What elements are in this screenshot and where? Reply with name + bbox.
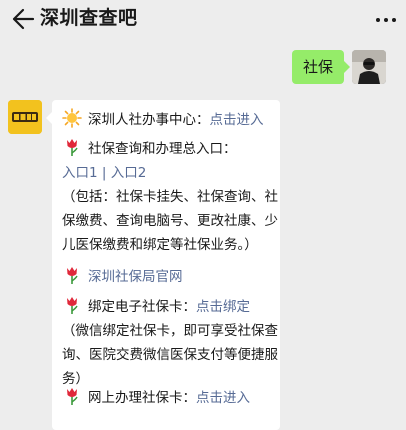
online-card-link[interactable]: 点击进入 — [196, 390, 250, 406]
chat-title: 深圳查查吧 — [40, 7, 138, 29]
more-dots-icon[interactable] — [374, 10, 398, 30]
entry-links-line: 入口1 | 入口2 — [62, 161, 146, 185]
entry1-link[interactable]: 入口1 — [62, 165, 98, 181]
tulip-emoji-icon — [67, 267, 78, 284]
top-bar: 深圳查查吧 — [0, 0, 406, 40]
official-site-link[interactable]: 深圳社保局官网 — [88, 269, 183, 285]
service-center-label: 深圳人社办事中心： — [88, 112, 210, 128]
tulip-emoji-icon — [67, 139, 78, 156]
service-center-line: 深圳人社办事中心：点击进入 — [62, 108, 264, 132]
bind-card-description: （微信绑定社保卡，即可享受社保查询、医院交费微信医保支付等便捷服务） — [62, 323, 278, 387]
tulip-emoji-icon — [67, 297, 78, 314]
user-photo-icon — [352, 50, 386, 84]
bind-card-link[interactable]: 点击绑定 — [196, 299, 250, 315]
tulip-emoji-icon — [67, 388, 78, 405]
entry2-link[interactable]: 入口2 — [111, 165, 147, 181]
user-avatar[interactable] — [352, 50, 386, 84]
entry-separator: | — [101, 165, 107, 181]
brand-logo-icon — [8, 100, 42, 134]
social-security-entry-line: 社保查询和办理总入口： — [62, 137, 237, 161]
bot-message-bubble: 深圳人社办事中心：点击进入 社保查询和办理总入口： 入口1 | 入口2 （包括：… — [52, 100, 280, 430]
bind-card-label: 绑定电子社保卡： — [88, 299, 196, 315]
arrow-left-icon[interactable] — [10, 6, 36, 32]
social-security-entry-label: 社保查询和办理总入口： — [88, 141, 237, 157]
online-card-label: 网上办理社保卡： — [88, 390, 196, 406]
online-card-line: 网上办理社保卡：点击进入 — [62, 386, 250, 410]
bot-avatar[interactable] — [8, 100, 42, 134]
bind-card-line: 绑定电子社保卡：点击绑定 — [62, 295, 250, 319]
user-message-bubble[interactable]: 社保 — [292, 50, 350, 84]
services-description: （包括：社保卡挂失、社保查询、社保缴费、查询电脑号、更改社康、少儿医保缴费和绑定… — [62, 189, 278, 253]
service-center-link[interactable]: 点击进入 — [210, 112, 264, 128]
official-site-line: 深圳社保局官网 — [62, 265, 183, 289]
sun-emoji-icon — [62, 108, 82, 128]
